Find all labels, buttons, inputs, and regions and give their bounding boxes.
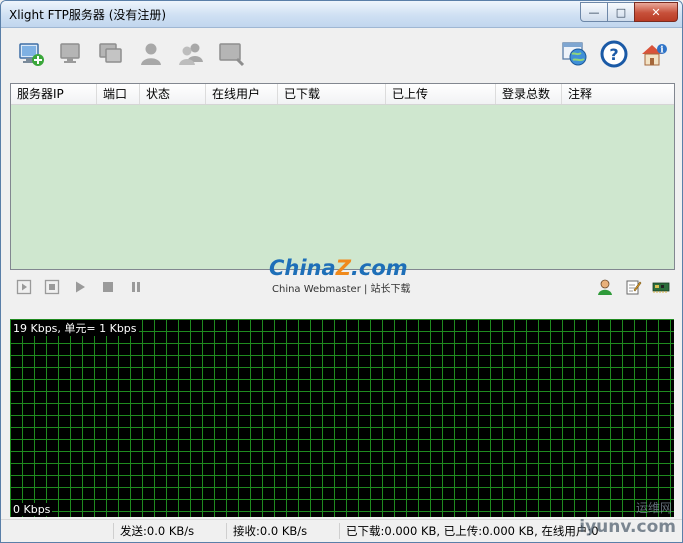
column-header[interactable]: 已上传 [386,84,496,104]
user-button[interactable] [137,40,165,68]
add-server-button[interactable] [17,40,45,68]
pause-button[interactable] [127,278,145,296]
play-icon [76,281,85,293]
help-icon: ? [600,40,628,68]
minimize-button[interactable]: — [580,2,608,22]
maximize-button[interactable]: □ [607,2,635,22]
svg-text:?: ? [609,45,618,64]
column-header[interactable]: 端口 [97,84,140,104]
column-header[interactable]: 注释 [562,84,674,104]
watermark-cn: 运维网 [635,501,672,515]
column-header[interactable]: 登录总数 [496,84,562,104]
stop-button[interactable] [99,278,117,296]
server-icon [60,43,80,63]
user-icon [141,43,161,65]
logo-part-china: China [269,256,336,280]
edit-server-button[interactable] [57,40,85,68]
main-window: Xlight FTP服务器 (没有注册) — □ ✕ ? i 服务器IP 端口 … [0,0,683,543]
notepad-edit-icon [626,280,642,295]
copy-server-button[interactable] [97,40,125,68]
edit-note-button[interactable] [624,278,642,296]
users-icon [179,43,203,65]
stop-all-button[interactable] [43,278,61,296]
online-users-button[interactable] [596,278,614,296]
watermark: 运维网 iyunv.com [579,499,678,539]
send-rate: 发送:0.0 KB/s [113,523,194,539]
log-button[interactable] [217,40,245,68]
about-button[interactable]: i [640,40,668,68]
bandwidth-graph: 19 Kbps, 单元= 1 Kbps 0 Kbps [10,319,674,517]
china-z-logo: ChinaZ.com China Webmaster | 站长下载 [269,256,419,296]
title-bar[interactable]: Xlight FTP服务器 (没有注册) — □ ✕ [1,1,682,28]
toolbar: ? i [1,28,682,82]
start-all-button[interactable] [15,278,33,296]
column-header[interactable]: 已下载 [278,84,386,104]
transfer-summary: 已下载:0.000 KB, 已上传:0.000 KB, 在线用户:0 [339,523,599,539]
graph-min-label: 0 Kbps [11,503,53,516]
stop-icon [103,282,113,292]
logo-part-com: .com [350,256,408,280]
network-card-button[interactable] [652,278,670,296]
list-header: 服务器IP 端口 状态 在线用户 已下载 已上传 登录总数 注释 [11,84,674,105]
network-card-icon [652,282,670,293]
close-button[interactable]: ✕ [634,2,678,22]
graph-max-label: 19 Kbps, 单元= 1 Kbps [11,320,139,336]
window-controls: — □ ✕ [580,2,678,22]
user-online-icon [598,279,612,295]
start-button[interactable] [71,278,89,296]
window-title: Xlight FTP服务器 (没有注册) [9,8,167,22]
play-box-icon [16,279,32,295]
column-header[interactable]: 服务器IP [11,84,97,104]
server-list[interactable]: 服务器IP 端口 状态 在线用户 已下载 已上传 登录总数 注释 [10,83,675,270]
about-icon: i [642,44,667,66]
column-header[interactable]: 在线用户 [206,84,278,104]
server-copy-icon [99,43,122,63]
logo-subtitle: China Webmaster | 站长下载 [272,284,411,295]
pause-icon [132,282,140,292]
globe-window-icon [562,42,587,66]
users-button[interactable] [177,40,205,68]
logo-wordmark: ChinaZ.com [269,256,408,280]
column-header[interactable]: 状态 [140,84,206,104]
svg-text:i: i [660,46,664,56]
stop-box-icon [44,279,60,295]
receive-rate: 接收:0.0 KB/s [226,523,307,539]
web-button[interactable] [561,40,589,68]
logo-part-z: Z [335,256,351,280]
log-icon [219,43,245,67]
help-button[interactable]: ? [600,40,628,68]
add-server-icon [19,43,44,66]
watermark-text: iyunv.com [579,517,676,537]
